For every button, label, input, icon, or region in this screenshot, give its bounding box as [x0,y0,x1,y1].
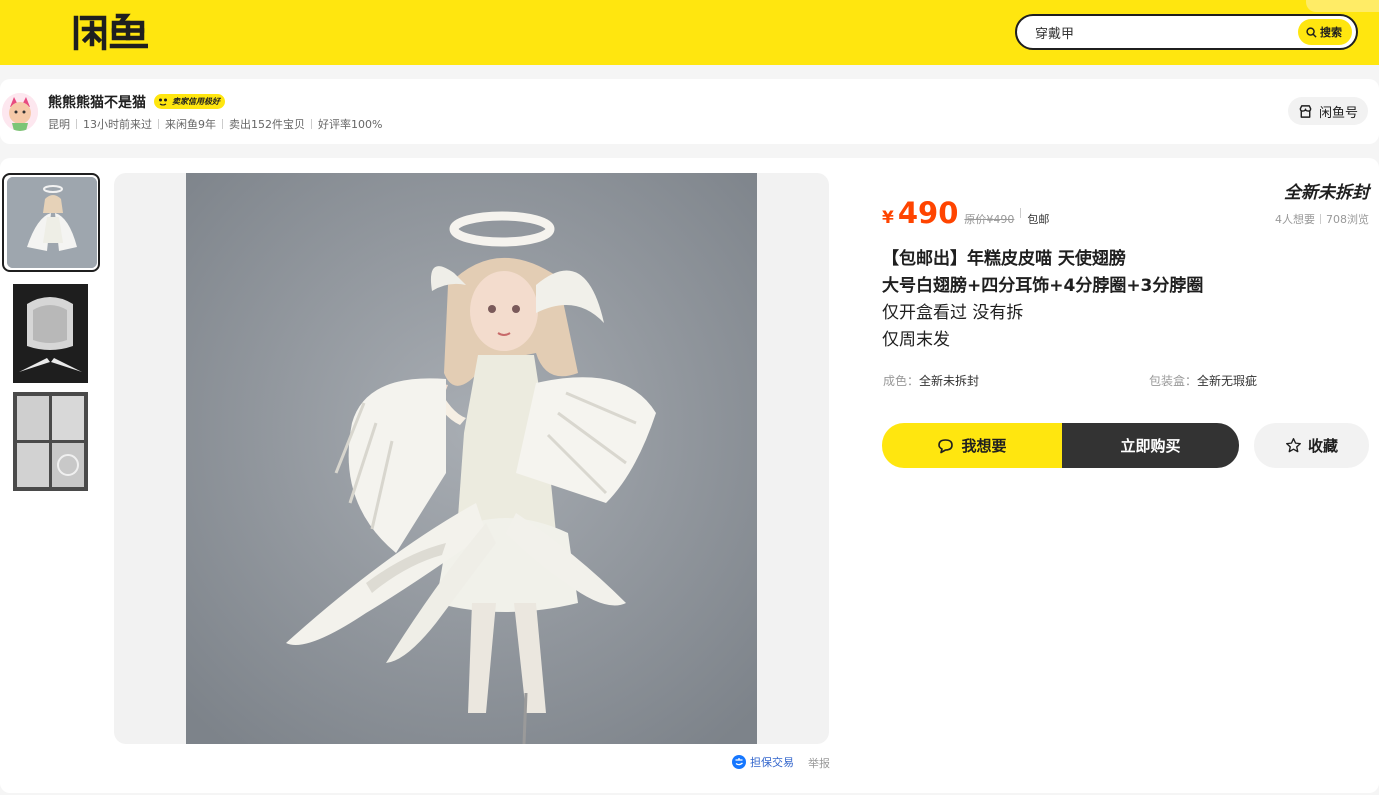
shop-icon [1299,104,1312,118]
want-button[interactable]: 我想要 [882,423,1062,468]
seller-bar [0,79,1379,144]
price: 490 [897,196,959,230]
attribute-condition: 成色：全新未拆封 [883,372,979,389]
seller-name[interactable]: 熊熊熊猫不是猫 [48,92,146,112]
currency-symbol: ¥ [882,208,894,228]
condition-tag: 全新未拆封 [1284,178,1369,203]
seller-tenure: 来闲鱼9年 [165,118,216,131]
attribute-value: 全新无瑕疵 [1197,374,1258,388]
star-icon [1286,438,1301,453]
main-image-frame [114,173,829,744]
product-main-image[interactable] [186,173,757,744]
description-line: 大号白翅膀+四分耳饰+4分脖圈+3分脖圈 [882,276,1204,296]
favorite-button-label: 收藏 [1307,437,1338,455]
search-bar: 搜索 [1015,14,1358,50]
thumbnail-2[interactable] [13,284,88,383]
xianyu-profile-label: 闲鱼号 [1318,105,1358,121]
divider [1020,208,1022,218]
xianyu-logo[interactable] [72,12,148,52]
attribute-key: 成色： [883,374,920,388]
item-description: 【包邮出】年糕皮皮喵 天使翅膀 大号白翅膀+四分耳饰+4分脖圈+3分脖圈 仅开盒… [882,246,1203,354]
wants-count: 4人想要 [1275,213,1315,226]
thumbnail-3[interactable] [13,392,88,491]
seller-rating: 好评率100% [318,118,383,131]
credit-badge: 卖家信用极好 [154,94,225,109]
item-stats: 4人想要 708浏览 [1275,211,1369,227]
description-line: 仅开盒看过 没有拆 [882,303,1024,323]
price-row: ¥ 490 原价¥490 包邮 [882,196,1049,230]
divider [1320,214,1321,224]
favorite-button[interactable]: 收藏 [1254,423,1369,468]
description-line: 仅周末发 [882,330,950,350]
divider [76,119,77,129]
guarantee-link[interactable]: 担保交易 [732,754,794,770]
description-line: 【包邮出】年糕皮皮喵 天使翅膀 [882,249,1126,269]
search-button-label: 搜索 [1320,26,1342,39]
report-link[interactable]: 举报 [808,755,830,771]
attribute-packaging: 包装盒：全新无瑕疵 [1149,372,1257,389]
seller-avatar[interactable] [2,93,38,131]
seller-location: 昆明 [48,118,70,131]
search-button[interactable]: 搜索 [1298,19,1352,45]
search-input[interactable] [1035,16,1295,48]
views-count: 708浏览 [1326,213,1369,226]
xianyu-profile-button[interactable]: 闲鱼号 [1288,97,1368,125]
smile-face-icon [159,98,167,106]
guarantee-label: 担保交易 [750,756,794,769]
top-header: 搜索 [0,0,1379,65]
divider [158,119,159,129]
attribute-value: 全新未拆封 [919,374,980,388]
thumbnail-1[interactable] [7,177,97,268]
seller-sold-count: 卖出152件宝贝 [229,118,305,131]
search-icon [1306,26,1317,38]
chat-bubble-icon [938,438,954,453]
corner-tab [1306,0,1379,12]
alipay-icon [732,755,746,769]
seller-meta: 昆明 13小时前来过 来闲鱼9年 卖出152件宝贝 好评率100% [48,116,382,132]
shipping-label: 包邮 [1027,213,1050,226]
want-button-label: 我想要 [961,437,1007,455]
credit-badge-label: 卖家信用极好 [172,97,220,106]
divider [311,119,312,129]
divider [222,119,223,129]
attribute-key: 包装盒： [1149,374,1198,388]
seller-last-seen: 13小时前来过 [83,118,152,131]
buy-now-button[interactable]: 立即购买 [1062,423,1239,468]
original-price: 原价¥490 [964,213,1015,226]
